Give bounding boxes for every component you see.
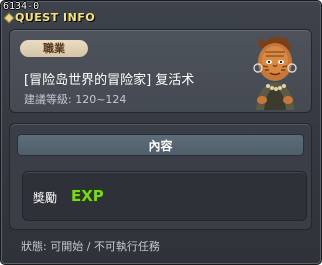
window-title: QUEST INFO <box>15 11 96 24</box>
recommended-level: 建議等級: 120~124 <box>24 93 127 106</box>
category-badge: 職業 <box>20 40 88 57</box>
quest-info-window: 6134-0 QUEST INFO 職業 [冒险岛世界的冒险家] 复活术 建議等… <box>0 0 322 265</box>
quest-name: [冒险岛世界的冒险家] 复活术 <box>24 73 195 88</box>
quest-content-panel: 內容 獎勵 EXP <box>9 123 312 230</box>
npc-portrait-icon <box>253 36 297 110</box>
content-section-header: 內容 <box>17 134 304 156</box>
reward-label: 獎勵 <box>33 191 58 205</box>
title-diamond-icon <box>3 12 15 24</box>
quest-status: 狀態: 可開始 / 不可執行任務 <box>21 240 160 253</box>
exp-icon-text: EXP <box>71 187 103 205</box>
reward-box: 獎勵 EXP <box>22 171 307 221</box>
quest-header-panel: 職業 [冒险岛世界的冒险家] 复活术 建議等級: 120~124 <box>9 29 312 113</box>
exp-icon: EXP <box>70 186 103 205</box>
